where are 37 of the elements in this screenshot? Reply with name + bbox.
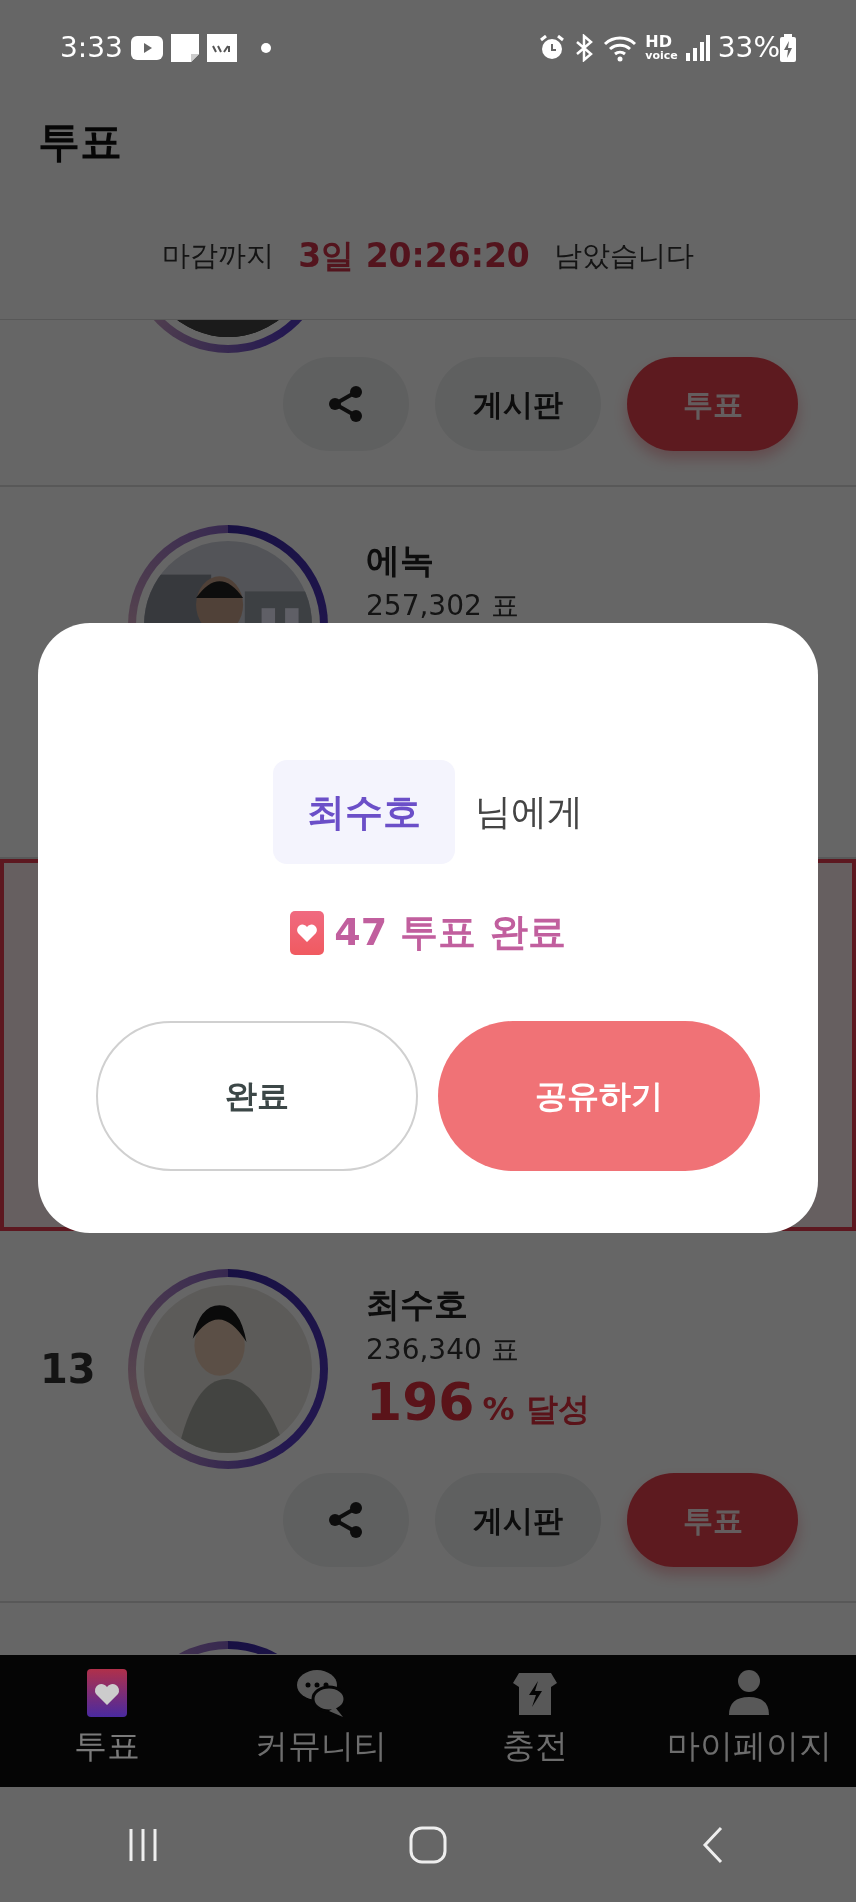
battery-icon bbox=[780, 33, 796, 62]
home-icon[interactable] bbox=[408, 1824, 448, 1865]
board-button[interactable]: 게시판 bbox=[435, 1473, 601, 1567]
countdown-label: 마감까지 bbox=[162, 237, 275, 274]
candidate-name: 에녹 bbox=[366, 539, 435, 582]
status-time: 3:33 bbox=[60, 29, 123, 66]
chat-bubbles-icon bbox=[297, 1669, 345, 1717]
alarm-icon bbox=[539, 34, 566, 61]
play-icon bbox=[130, 35, 163, 60]
achievement-label: % 달성 bbox=[482, 1388, 590, 1430]
nav-tab[interactable]: 커뮤니티 bbox=[214, 1655, 428, 1787]
vote-count: 257,302 표 bbox=[366, 587, 519, 624]
hd-label: HD bbox=[645, 34, 673, 50]
vote-button[interactable]: 투표 bbox=[627, 1473, 798, 1567]
nav-tab[interactable]: 투표 bbox=[0, 1655, 214, 1787]
nav-tab[interactable]: 마이페이지 bbox=[642, 1655, 856, 1787]
recipient-name: 최수호 bbox=[273, 760, 455, 864]
vote-result-text: 47 투표 완료 bbox=[334, 909, 566, 956]
app-icon bbox=[206, 33, 237, 62]
countdown-suffix: 남았습니다 bbox=[553, 237, 694, 274]
rank-number: 13 bbox=[40, 1345, 96, 1394]
voice-label: voice bbox=[645, 50, 678, 61]
share-button[interactable]: 공유하기 bbox=[438, 1021, 760, 1171]
signal-icon bbox=[685, 34, 710, 61]
achievement-percent: 196 bbox=[366, 1370, 475, 1433]
recipient-suffix: 님에게 bbox=[475, 790, 583, 834]
done-button[interactable]: 완료 bbox=[96, 1021, 418, 1171]
note-icon bbox=[170, 33, 199, 62]
page-title: 투표 bbox=[37, 116, 123, 168]
countdown-timer: 3일 20:26:20 bbox=[298, 235, 530, 277]
nav-tab[interactable]: 충전 bbox=[428, 1655, 642, 1787]
board-button[interactable]: 게시판 bbox=[435, 357, 601, 451]
candidate-name: 최수호 bbox=[366, 1283, 469, 1326]
dot-icon bbox=[260, 42, 271, 53]
vote-button[interactable]: 투표 bbox=[627, 357, 798, 451]
battery-percent: 33% bbox=[717, 29, 780, 66]
vote-count: 236,340 표 bbox=[366, 1331, 520, 1368]
